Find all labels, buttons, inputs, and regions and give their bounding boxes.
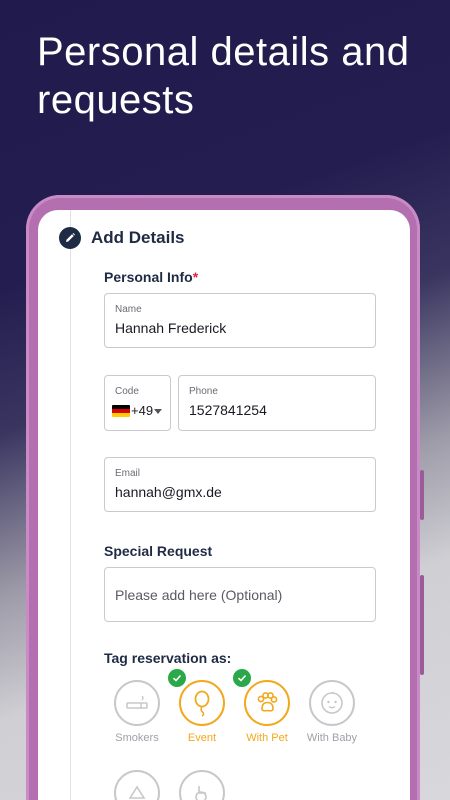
email-field-label: Email: [115, 468, 141, 479]
code-field-label: Code: [115, 386, 139, 397]
cigarette-icon: [114, 680, 160, 726]
section-title: Add Details: [91, 228, 185, 247]
required-marker: *: [192, 269, 199, 285]
name-field-label: Name: [115, 304, 142, 315]
tag-with-pet[interactable]: With Pet: [237, 680, 297, 744]
wheelchair-icon: [179, 770, 225, 800]
phone-side-button: [420, 575, 424, 675]
tag-label: With Pet: [246, 732, 288, 744]
chevron-down-icon: [154, 409, 162, 414]
special-request-input[interactable]: Please add here (Optional): [104, 567, 376, 622]
germany-flag-icon: [112, 405, 130, 417]
app-screen: Add Details Personal Info* Name Hannah F…: [38, 210, 410, 800]
code-field-value: +49: [131, 403, 154, 418]
personal-info-heading: Personal Info*: [104, 269, 199, 285]
headline: Personal details and requests: [37, 30, 410, 122]
tag-label: With Baby: [306, 732, 358, 744]
name-field-value: Hannah Frederick: [115, 320, 227, 336]
paw-icon: [244, 680, 290, 726]
tag-with-baby[interactable]: With Baby: [302, 680, 362, 744]
tag-label: Smokers: [115, 732, 159, 744]
special-request-placeholder: Please add here (Optional): [115, 587, 283, 603]
tag-smokers[interactable]: Smokers: [107, 680, 167, 744]
tag-icon: [114, 770, 160, 800]
phone-side-button: [420, 470, 424, 520]
tag-more[interactable]: [107, 770, 167, 800]
baby-icon: [309, 680, 355, 726]
email-field[interactable]: Email hannah@gmx.de: [104, 457, 376, 512]
phone-field-value: 1527841254: [189, 402, 267, 418]
name-field[interactable]: Name Hannah Frederick: [104, 293, 376, 348]
tag-more[interactable]: [172, 770, 232, 800]
tag-label: Event: [187, 732, 217, 744]
balloon-icon: [179, 680, 225, 726]
tag-reservation-heading: Tag reservation as:: [104, 650, 232, 666]
timeline-rail: [70, 210, 71, 800]
phone-field-label: Phone: [189, 386, 218, 397]
tag-event[interactable]: Event: [172, 680, 232, 744]
country-code-selector[interactable]: Code +49: [104, 375, 171, 431]
special-request-heading: Special Request: [104, 543, 213, 559]
email-field-value: hannah@gmx.de: [115, 484, 222, 500]
pencil-icon: [59, 227, 81, 249]
phone-field[interactable]: Phone 1527841254: [178, 375, 376, 431]
